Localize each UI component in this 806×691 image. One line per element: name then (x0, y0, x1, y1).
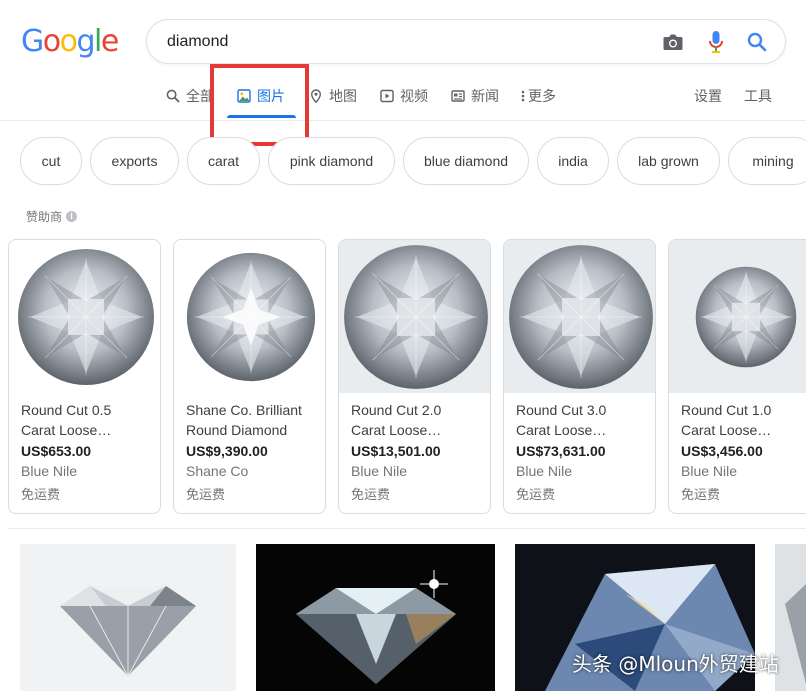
result-image[interactable] (20, 544, 236, 691)
chip-label: lab grown (638, 153, 699, 169)
result-image[interactable] (256, 544, 495, 691)
product-card[interactable]: Round Cut 3.0 Carat Loose… US$73,631.00 B… (503, 239, 656, 514)
tab-maps[interactable]: 地图 (309, 84, 357, 120)
product-title: Round Cut 2.0 Carat Loose… (351, 402, 442, 438)
chip-label: blue diamond (423, 153, 509, 169)
microphone-icon[interactable] (704, 30, 728, 54)
product-card[interactable]: Round Cut 2.0 Carat Loose… US$13,501.00 B… (338, 239, 491, 514)
product-image (174, 240, 325, 393)
search-icon (166, 89, 180, 103)
video-icon (380, 89, 394, 103)
info-icon[interactable]: i (66, 211, 78, 222)
product-price: US$13,501.00 (351, 443, 441, 459)
product-price: US$73,631.00 (516, 443, 606, 459)
logo-letter: o (59, 24, 78, 59)
chip-india[interactable]: india (537, 137, 609, 185)
search-box[interactable] (146, 19, 786, 64)
tab-label: 视频 (400, 88, 428, 104)
product-title: Round Cut 0.5 Carat Loose… (21, 402, 112, 438)
section-divider (8, 528, 806, 529)
sponsored-label: 赞助商 i (26, 208, 78, 225)
product-merchant: Blue Nile (681, 463, 738, 479)
product-image (504, 240, 655, 393)
search-icon[interactable] (745, 30, 769, 54)
logo-letter: l (94, 24, 102, 59)
more-vert-icon (520, 89, 526, 103)
tab-label: 新闻 (471, 88, 499, 104)
google-logo[interactable]: Google (21, 22, 119, 62)
chip-lab-grown[interactable]: lab grown (617, 137, 720, 185)
product-merchant: Blue Nile (21, 463, 78, 479)
annotation-highlight-box (210, 64, 309, 146)
tab-videos[interactable]: 视频 (380, 84, 428, 120)
product-card[interactable]: Round Cut 0.5 Carat Loose… US$653.00 Blue… (8, 239, 161, 514)
chip-label: india (558, 153, 588, 169)
chip-label: exports (111, 153, 158, 169)
product-price: US$653.00 (21, 443, 92, 459)
header-divider (0, 120, 806, 121)
chip-blue-diamond[interactable]: blue diamond (403, 137, 529, 185)
chip-label: carat (207, 153, 240, 169)
chip-exports[interactable]: exports (90, 137, 179, 185)
product-title: Shane Co. Brilliant Round Diamond (186, 402, 302, 438)
chip-label: mining (752, 153, 794, 169)
tools-link[interactable]: 工具 (744, 84, 772, 120)
chip-cut[interactable]: cut (20, 137, 82, 185)
chip-label: cut (41, 153, 61, 169)
map-pin-icon (309, 89, 323, 103)
product-image (669, 240, 806, 393)
logo-letter: g (76, 24, 95, 59)
watermark-text: 头条 @Mloun外贸建站 (572, 652, 779, 676)
product-shipping: 免运费 (21, 487, 61, 502)
product-card[interactable]: Round Cut 1.0 Carat Loose… US$3,456.00 Bl… (668, 239, 806, 514)
sponsored-text: 赞助商 (26, 210, 63, 224)
logo-letter: G (21, 24, 44, 59)
logo-letter: o (42, 24, 61, 59)
search-input[interactable] (167, 31, 637, 53)
tools-label: 工具 (744, 88, 772, 104)
product-title: Round Cut 3.0 Carat Loose… (516, 402, 607, 438)
product-merchant: Shane Co (186, 463, 249, 479)
tab-news[interactable]: 新闻 (451, 84, 499, 120)
product-merchant: Blue Nile (351, 463, 408, 479)
news-icon (451, 89, 465, 103)
tab-label: 更多 (528, 88, 556, 104)
product-image (339, 240, 490, 393)
product-image (9, 240, 160, 393)
chip-mining[interactable]: mining (728, 137, 806, 185)
chip-pink-diamond[interactable]: pink diamond (268, 137, 395, 185)
tab-label: 地图 (329, 88, 357, 104)
chip-carat[interactable]: carat (187, 137, 260, 185)
product-shipping: 免运费 (186, 487, 226, 502)
product-price: US$3,456.00 (681, 443, 763, 459)
settings-link[interactable]: 设置 (694, 84, 722, 120)
result-image[interactable] (775, 544, 806, 691)
camera-icon[interactable] (661, 30, 685, 54)
product-price: US$9,390.00 (186, 443, 268, 459)
product-shipping: 免运费 (516, 487, 556, 502)
tab-all[interactable]: 全部 (166, 84, 214, 120)
settings-label: 设置 (694, 88, 722, 104)
tab-more[interactable]: 更多 (520, 84, 556, 120)
product-merchant: Blue Nile (516, 463, 573, 479)
chip-label: pink diamond (289, 153, 374, 169)
product-shipping: 免运费 (681, 487, 721, 502)
product-shipping: 免运费 (351, 487, 391, 502)
product-title: Round Cut 1.0 Carat Loose… (681, 402, 772, 438)
nav-tabs: 全部 图片 地图 视频 新闻 更多 设置 工具 (0, 84, 806, 120)
product-card[interactable]: Shane Co. Brilliant Round Diamond US$9,39… (173, 239, 326, 514)
logo-letter: e (100, 24, 119, 59)
